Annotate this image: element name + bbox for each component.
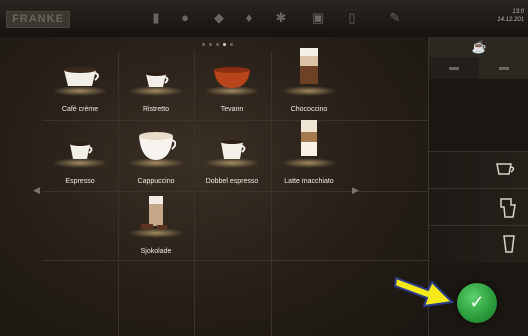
confirm-button[interactable]: ✓ <box>457 283 497 323</box>
cup-icon[interactable]: ☕ <box>429 37 528 57</box>
product-espresso[interactable]: Espresso <box>42 126 118 186</box>
datetime: 13:0 14.12.201 <box>497 8 524 24</box>
drop-icon[interactable]: ♦ <box>241 10 257 26</box>
product-label: Chococcino <box>290 106 328 113</box>
brand-logo: FRANKE <box>6 11 70 28</box>
product-label: Ristretto <box>142 106 170 113</box>
product-chococcino[interactable]: Chococcino <box>271 48 347 114</box>
product-ristretto[interactable]: Ristretto <box>118 54 194 114</box>
product-dobbel-espresso[interactable]: Dobbel espresso <box>194 126 270 186</box>
chocolate-icon <box>141 196 167 229</box>
product-area: Café crème Ristretto Tevann Chococcino E… <box>0 37 428 336</box>
tall-glass-icon <box>503 235 515 253</box>
ristretto-icon <box>146 72 169 87</box>
grid-divider <box>42 260 428 261</box>
product-label: Espresso <box>65 178 95 185</box>
time-text: 13:0 <box>512 9 524 15</box>
nav-right-arrow-icon[interactable]: ▶ <box>352 185 359 196</box>
page-indicator <box>202 43 233 46</box>
pointer-arrow-icon <box>394 276 455 308</box>
page-dot[interactable] <box>209 43 212 46</box>
date-text: 14.12.201 <box>497 17 524 23</box>
latte-macchiato-icon <box>301 120 317 156</box>
product-label: Cappuccino <box>137 178 175 185</box>
glass-icon <box>500 198 516 218</box>
espresso-icon <box>70 142 93 159</box>
cafe-creme-icon <box>64 67 99 86</box>
coffee-bean-icon[interactable]: ● <box>177 10 193 26</box>
small-cup-icon[interactable]: ▬ <box>429 57 479 79</box>
product-label: Café crème <box>61 106 99 113</box>
large-cup-icon[interactable]: ▬ <box>479 57 528 79</box>
tall-glass-button[interactable] <box>429 225 528 263</box>
grid-divider <box>42 191 428 192</box>
grid-divider <box>42 120 428 121</box>
check-icon: ✓ <box>469 292 485 312</box>
chococcino-icon <box>300 48 318 84</box>
top-bar: FRANKE ▮ ● ◆ ♦ ✱ ▣ ▯ ✎ 13:0 14.12.201 <box>0 0 528 38</box>
page-dot[interactable] <box>216 43 219 46</box>
page-dot[interactable] <box>202 43 205 46</box>
product-sjokolade[interactable]: Sjokolade <box>118 196 194 256</box>
glass-button[interactable] <box>429 188 528 226</box>
product-label: Dobbel espresso <box>205 178 259 185</box>
product-cappuccino[interactable]: Cappuccino <box>118 126 194 186</box>
wrench-icon[interactable]: ✎ <box>387 10 403 26</box>
nav-left-arrow-icon[interactable]: ◀ <box>33 185 40 196</box>
cup-with-saucer-icon <box>496 163 515 175</box>
grinder-icon[interactable]: ◆ <box>211 10 227 26</box>
door-icon[interactable]: ▯ <box>344 10 360 26</box>
cup-with-saucer-button[interactable] <box>429 151 528 189</box>
product-label: Latte macchiato <box>284 178 334 185</box>
product-label: Sjokolade <box>140 248 172 255</box>
bean-icon[interactable]: ▮ <box>148 10 164 26</box>
product-cafe-creme[interactable]: Café crème <box>42 54 118 114</box>
double-espresso-icon <box>221 140 246 159</box>
settings-icon[interactable]: ✱ <box>273 10 289 26</box>
page-dot[interactable] <box>230 43 233 46</box>
page-dot-active[interactable] <box>223 43 226 46</box>
product-latte-macchiato[interactable]: Latte macchiato <box>271 120 347 186</box>
cappuccino-icon <box>139 132 176 160</box>
product-tevann[interactable]: Tevann <box>194 54 270 114</box>
monitor-icon[interactable]: ▣ <box>310 10 326 26</box>
tea-icon <box>214 67 250 88</box>
product-label: Tevann <box>220 106 244 113</box>
